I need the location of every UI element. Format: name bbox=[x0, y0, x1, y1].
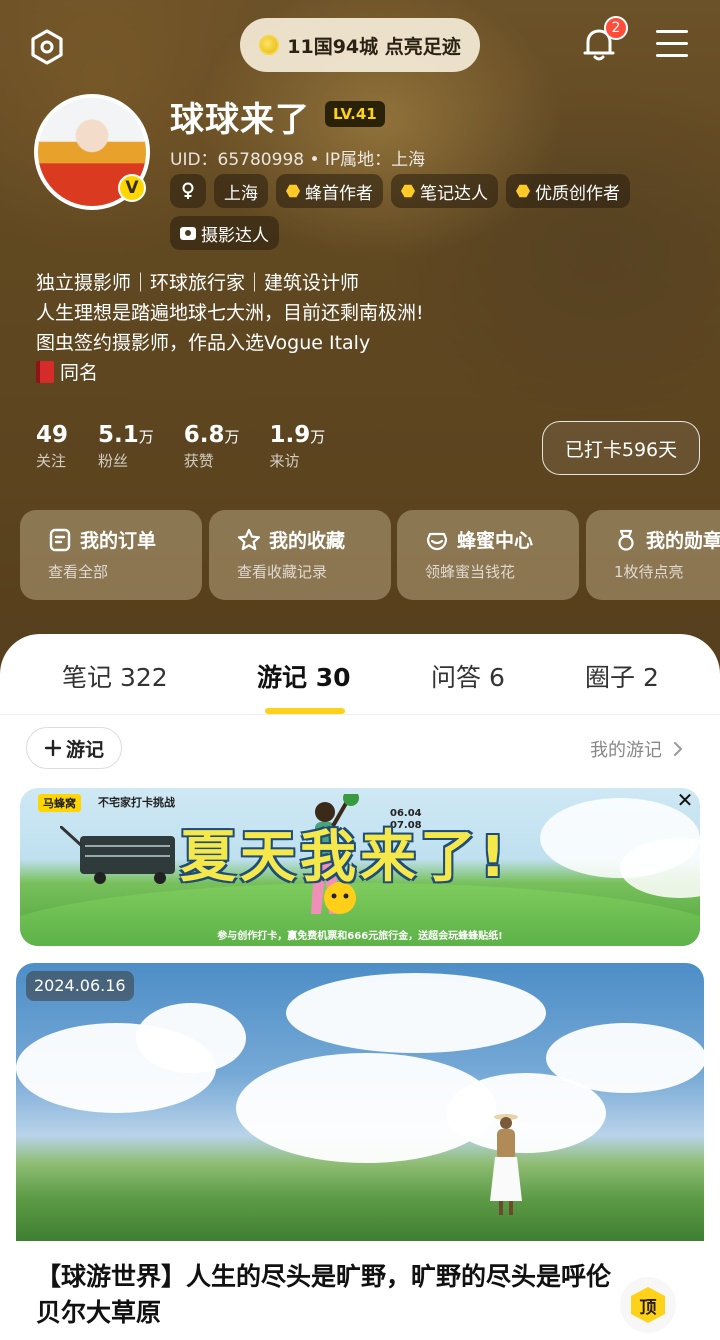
gender-tag[interactable] bbox=[170, 174, 206, 208]
cloud-decoration bbox=[136, 1003, 246, 1073]
bio-line: 人生理想是踏遍地球七大洲，目前还剩南极洲! bbox=[36, 302, 424, 324]
profile-stats: 49 关注 5.1万 粉丝 6.8万 获赞 1.9万 来访 bbox=[36, 422, 325, 471]
tab-notes[interactable]: 笔记 322 bbox=[62, 658, 168, 694]
person-figure-image bbox=[490, 1114, 522, 1215]
verified-badge: V bbox=[118, 174, 146, 202]
my-travelogues-link[interactable]: 我的游记 bbox=[590, 736, 684, 762]
bio-line: 同名 bbox=[36, 358, 424, 388]
quick-actions: 我的订单 查看全部 我的收藏 查看收藏记录 蜂蜜中心 领蜂蜜当钱花 我的勋章 1… bbox=[20, 510, 720, 600]
badge-hex-icon bbox=[516, 184, 530, 198]
travelogue-card[interactable]: 2024.06.16 【球游世界】人生的尽头是旷野，旷野的尽头是呼伦贝尔大草原 … bbox=[16, 963, 704, 1340]
tab-travelogues[interactable]: 游记 30 bbox=[257, 658, 351, 694]
banner-footer: 参与创作打卡，赢免费机票和666元旅行金，送超会玩蜂蜂贴纸! bbox=[217, 931, 503, 942]
honey-icon bbox=[426, 532, 448, 550]
add-travelogue-button[interactable]: 游记 bbox=[26, 727, 122, 769]
badge-hex-icon bbox=[401, 184, 415, 198]
tab-qa[interactable]: 问答 6 bbox=[431, 658, 505, 694]
tag-quality-creator[interactable]: 优质创作者 bbox=[506, 174, 630, 208]
challenge-label: 不宅家打卡挑战 bbox=[98, 796, 175, 809]
stat-followers[interactable]: 5.1万 粉丝 bbox=[98, 422, 154, 471]
cloud-decoration bbox=[286, 973, 546, 1053]
menu-icon[interactable] bbox=[656, 30, 688, 60]
tag-top-author[interactable]: 蜂首作者 bbox=[276, 174, 383, 208]
footprint-logo-icon[interactable] bbox=[28, 28, 66, 66]
footprint-text: 11国94城 点亮足迹 bbox=[287, 35, 461, 58]
female-icon bbox=[182, 182, 194, 199]
content-tabs: 笔记 322 游记 30 问答 6 圈子 2 bbox=[0, 634, 720, 714]
star-icon bbox=[237, 528, 261, 550]
pinned-icon: 顶 bbox=[631, 1287, 665, 1323]
tab-circles[interactable]: 圈子 2 bbox=[585, 658, 659, 694]
top-bar: 11国94城 点亮足迹 2 bbox=[0, 0, 720, 90]
uid-ip-line: UID：65780998 • IP属地：上海 bbox=[170, 150, 426, 170]
quick-honey-center[interactable]: 蜂蜜中心 领蜂蜜当钱花 bbox=[397, 510, 579, 600]
chevron-right-icon bbox=[673, 742, 683, 756]
tag-location[interactable]: 上海 bbox=[214, 174, 268, 208]
post-title[interactable]: 【球游世界】人生的尽头是旷野，旷野的尽头是呼伦贝尔大草原 bbox=[36, 1259, 616, 1331]
stat-following[interactable]: 49 关注 bbox=[36, 422, 68, 471]
tag-photo-expert[interactable]: 摄影达人 bbox=[170, 216, 279, 250]
pinned-badge: 顶 bbox=[620, 1277, 676, 1333]
level-badge[interactable]: LV.41 bbox=[325, 101, 385, 127]
username: 球球来了 bbox=[170, 100, 310, 140]
tag-notes-expert[interactable]: 笔记达人 bbox=[391, 174, 498, 208]
cloud-decoration bbox=[446, 1073, 606, 1153]
camping-cart-image bbox=[60, 826, 175, 884]
brand-tag: 马蜂窝 bbox=[38, 794, 81, 812]
plus-icon bbox=[44, 739, 62, 757]
notification-badge: 2 bbox=[604, 16, 628, 40]
stat-likes[interactable]: 6.8万 获赞 bbox=[184, 422, 240, 471]
bio-line: 图虫签约摄影师，作品入选Vogue Italy bbox=[36, 332, 371, 354]
coin-icon bbox=[259, 35, 280, 55]
camera-icon bbox=[180, 226, 196, 240]
quick-orders[interactable]: 我的订单 查看全部 bbox=[20, 510, 202, 600]
post-date-badge: 2024.06.16 bbox=[26, 971, 134, 1001]
quick-medals[interactable]: 我的勋章 1枚待点亮 bbox=[586, 510, 720, 600]
quick-favorites[interactable]: 我的收藏 查看收藏记录 bbox=[209, 510, 391, 600]
profile-bio: 独立摄影师｜环球旅行家｜建筑设计师 人生理想是踏遍地球七大洲，目前还剩南极洲! … bbox=[36, 268, 424, 388]
red-book-icon bbox=[36, 361, 54, 383]
divider bbox=[0, 714, 720, 715]
badge-hex-icon bbox=[286, 184, 300, 198]
bio-line: 独立摄影师｜环球旅行家｜建筑设计师 bbox=[36, 272, 360, 294]
stat-visits[interactable]: 1.9万 来访 bbox=[270, 422, 326, 471]
checkin-button[interactable]: 已打卡596天 bbox=[542, 421, 700, 475]
footprint-pill-button[interactable]: 11国94城 点亮足迹 bbox=[240, 18, 480, 72]
order-icon bbox=[49, 528, 71, 551]
cover-photo bbox=[16, 963, 704, 1241]
close-icon[interactable]: ✕ bbox=[670, 788, 700, 812]
banner-headline: 夏天我来了! bbox=[180, 825, 510, 890]
medal-icon bbox=[618, 529, 634, 551]
profile-tags: 上海 蜂首作者 笔记达人 优质创作者 摄影达人 bbox=[170, 174, 640, 250]
promo-banner[interactable]: 马蜂窝 不宅家打卡挑战 06.04 07.08 夏天我来了! 参与创作打卡，赢免… bbox=[20, 788, 700, 946]
